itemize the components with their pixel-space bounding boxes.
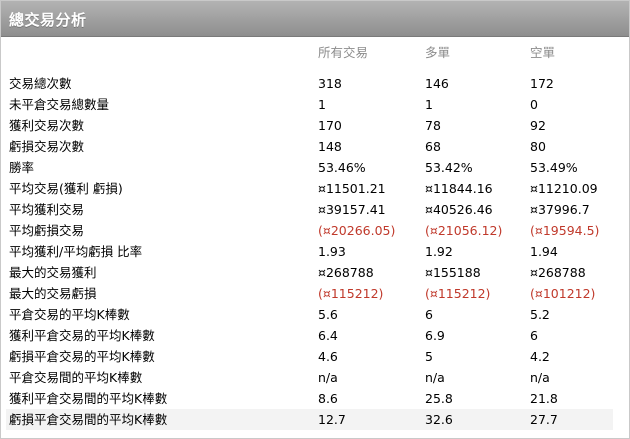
cell-all-trades: ¤39157.41	[318, 202, 386, 217]
cell-all-trades: 148	[318, 139, 342, 154]
table-row: 勝率 53.46% 53.42% 53.49%	[6, 157, 613, 178]
cell-short: 4.2	[530, 349, 550, 364]
cell-short: 27.7	[530, 412, 558, 427]
row-label: 勝率	[9, 160, 35, 175]
table-row: 獲利平倉交易間的平均K棒數 8.6 25.8 21.8	[6, 388, 613, 409]
cell-long: 53.42%	[425, 160, 473, 175]
cell-all-trades: 5.6	[318, 307, 338, 322]
cell-long: ¤11844.16	[425, 181, 493, 196]
table-row: 交易總次數 318 146 172	[6, 73, 613, 94]
row-label: 交易總次數	[9, 76, 72, 91]
cell-short: ¤268788	[530, 265, 586, 280]
cell-all-trades: ¤268788	[318, 265, 374, 280]
table-row: 最大的交易虧損 (¤115212) (¤115212) (¤101212)	[6, 283, 613, 304]
cell-short: 0	[530, 97, 538, 112]
cell-long: 25.8	[425, 391, 453, 406]
cell-all-trades: 1.93	[318, 244, 346, 259]
cell-long: n/a	[425, 370, 445, 385]
cell-short: (¤101212)	[530, 286, 596, 301]
table-row: 最大的交易獲利 ¤268788 ¤155188 ¤268788	[6, 262, 613, 283]
cell-all-trades: 53.46%	[318, 160, 366, 175]
stats-table: 所有交易 多單 空單 交易總次數 318 146 172 未平倉交易總數量 1 1 0 獲利交易…	[6, 41, 613, 430]
cell-all-trades: 1	[318, 97, 326, 112]
table-row: 獲利平倉交易的平均K棒數 6.4 6.9 6	[6, 325, 613, 346]
cell-long: (¤115212)	[425, 286, 491, 301]
cell-long: 1.92	[425, 244, 453, 259]
table-row: 虧損平倉交易的平均K棒數 4.6 5 4.2	[6, 346, 613, 367]
cell-all-trades: 4.6	[318, 349, 338, 364]
cell-long: (¤21056.12)	[425, 223, 503, 238]
title-bar: 總交易分析	[1, 1, 629, 37]
cell-short: (¤19594.5)	[530, 223, 600, 238]
cell-short: 80	[530, 139, 546, 154]
cell-long: 5	[425, 349, 433, 364]
cell-all-trades: 170	[318, 118, 342, 133]
cell-short: 92	[530, 118, 546, 133]
row-label: 獲利平倉交易的平均K棒數	[9, 328, 155, 343]
table-row: 平倉交易間的平均K棒數 n/a n/a n/a	[6, 367, 613, 388]
cell-long: 1	[425, 97, 433, 112]
row-label: 最大的交易虧損	[9, 286, 97, 301]
table-row: 未平倉交易總數量 1 1 0	[6, 94, 613, 115]
header-short: 空單	[530, 45, 556, 60]
cell-all-trades: n/a	[318, 370, 338, 385]
table-row: 平均獲利交易 ¤39157.41 ¤40526.46 ¤37996.7	[6, 199, 613, 220]
row-label: 平均交易(獲利 虧損)	[9, 181, 123, 196]
cell-all-trades: ¤11501.21	[318, 181, 386, 196]
cell-short: n/a	[530, 370, 550, 385]
table-row: 平均虧損交易 (¤20266.05) (¤21056.12) (¤19594.5)	[6, 220, 613, 241]
cell-all-trades: 6.4	[318, 328, 338, 343]
cell-short: 53.49%	[530, 160, 578, 175]
row-label: 平均獲利/平均虧損 比率	[9, 244, 143, 259]
cell-short: ¤37996.7	[530, 202, 590, 217]
row-label: 獲利平倉交易間的平均K棒數	[9, 391, 168, 406]
window-title: 總交易分析	[9, 11, 87, 29]
cell-long: 6.9	[425, 328, 445, 343]
cell-short: 172	[530, 76, 554, 91]
cell-long: 78	[425, 118, 441, 133]
cell-all-trades: (¤20266.05)	[318, 223, 396, 238]
row-label: 虧損交易次數	[9, 139, 85, 154]
cell-long: 6	[425, 307, 433, 322]
table-row: 平均獲利/平均虧損 比率 1.93 1.92 1.94	[6, 241, 613, 262]
cell-all-trades: 8.6	[318, 391, 338, 406]
cell-long: 32.6	[425, 412, 453, 427]
header-all-trades: 所有交易	[318, 45, 369, 60]
header-long: 多單	[425, 45, 451, 60]
cell-short: 5.2	[530, 307, 550, 322]
report-window: 總交易分析 所有交易 多單 空單 交易總次數 318 146 172 未平倉交易總數量 1…	[0, 0, 630, 439]
row-label: 平倉交易的平均K棒數	[9, 307, 130, 322]
row-label: 平倉交易間的平均K棒數	[9, 370, 143, 385]
table-header: 所有交易 多單 空單	[6, 41, 613, 65]
table-row: 虧損平倉交易間的平均K棒數 12.7 32.6 27.7	[6, 409, 613, 430]
cell-long: 146	[425, 76, 449, 91]
cell-all-trades: (¤115212)	[318, 286, 384, 301]
row-label: 平均獲利交易	[9, 202, 85, 217]
cell-long: ¤155188	[425, 265, 481, 280]
table-body: 交易總次數 318 146 172 未平倉交易總數量 1 1 0 獲利交易次數 170 78 92 虧損…	[6, 73, 613, 430]
row-label: 獲利交易次數	[9, 118, 85, 133]
row-label: 平均虧損交易	[9, 223, 85, 238]
cell-long: ¤40526.46	[425, 202, 493, 217]
cell-short: 1.94	[530, 244, 558, 259]
table-row: 獲利交易次數 170 78 92	[6, 115, 613, 136]
table-row: 虧損交易次數 148 68 80	[6, 136, 613, 157]
cell-short: 21.8	[530, 391, 558, 406]
cell-all-trades: 12.7	[318, 412, 346, 427]
row-label: 未平倉交易總數量	[9, 97, 110, 112]
table-row: 平均交易(獲利 虧損) ¤11501.21 ¤11844.16 ¤11210.09	[6, 178, 613, 199]
row-label: 虧損平倉交易的平均K棒數	[9, 349, 155, 364]
row-label: 虧損平倉交易間的平均K棒數	[9, 412, 168, 427]
cell-short: 6	[530, 328, 538, 343]
row-label: 最大的交易獲利	[9, 265, 97, 280]
table-row: 平倉交易的平均K棒數 5.6 6 5.2	[6, 304, 613, 325]
cell-all-trades: 318	[318, 76, 342, 91]
cell-short: ¤11210.09	[530, 181, 598, 196]
cell-long: 68	[425, 139, 441, 154]
